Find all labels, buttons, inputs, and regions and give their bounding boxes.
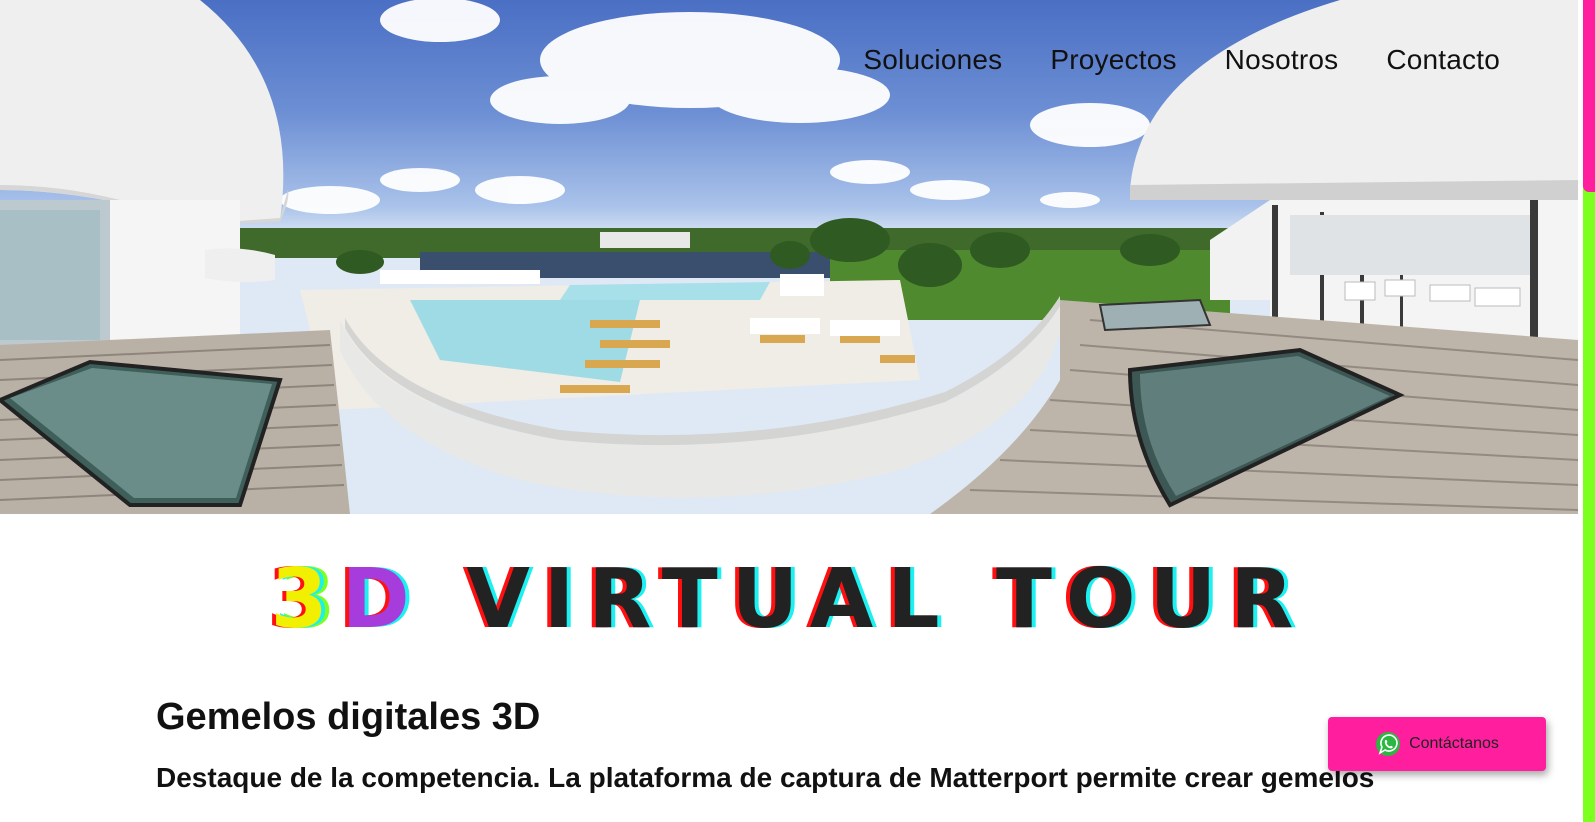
main-nav: Soluciones Proyectos Nosotros Contacto (863, 44, 1500, 76)
nav-soluciones[interactable]: Soluciones (863, 44, 1002, 76)
nav-proyectos[interactable]: Proyectos (1050, 44, 1176, 76)
hero-panorama: Soluciones Proyectos Nosotros Contacto (0, 0, 1578, 514)
page-title: 3D VIRTUAL TOUR (0, 552, 1578, 652)
whatsapp-icon (1376, 732, 1401, 756)
nav-contacto[interactable]: Contacto (1386, 44, 1500, 76)
title-digit-3: 3 (270, 552, 342, 647)
whatsapp-label: Contáctanos (1409, 735, 1499, 752)
panorama-image (0, 0, 1578, 514)
whatsapp-contact-button[interactable]: Contáctanos (1328, 717, 1546, 771)
title-main: VIRTUAL TOUR (466, 552, 1308, 647)
section-heading: Gemelos digitales 3D (156, 696, 541, 738)
title-letter-d: D (341, 552, 424, 647)
section-lead: Destaque de la competencia. La plataform… (156, 762, 1375, 793)
scrollbar-thumb[interactable] (1583, 0, 1595, 192)
nav-nosotros[interactable]: Nosotros (1225, 44, 1339, 76)
